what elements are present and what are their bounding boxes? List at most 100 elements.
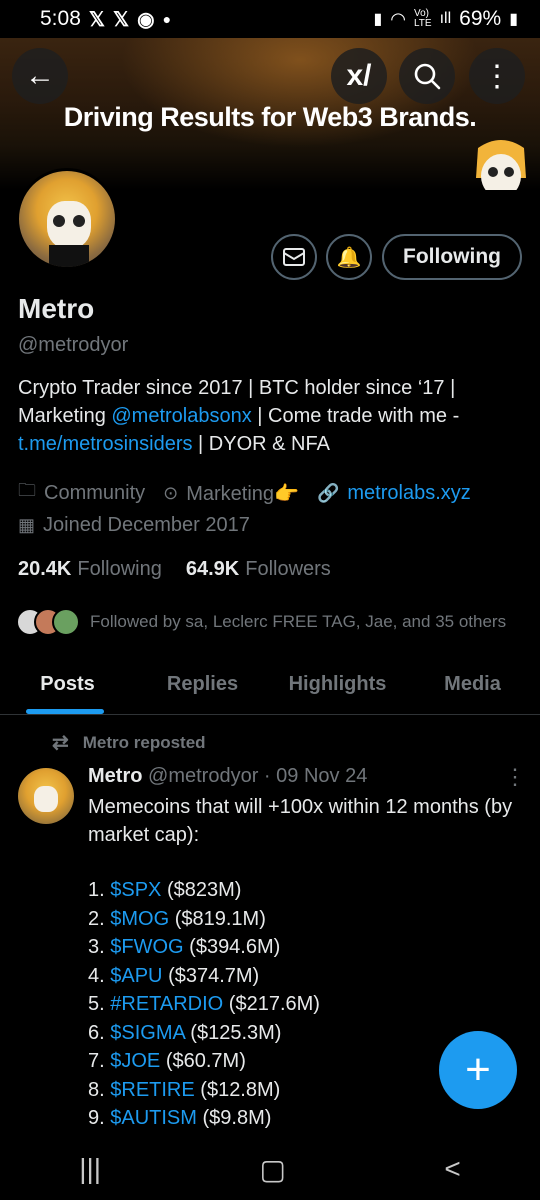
repost-icon: ⇄ — [52, 732, 69, 754]
cashtag-link[interactable]: $SPX — [110, 879, 161, 901]
tab-replies[interactable]: Replies — [135, 655, 270, 714]
profile-tabs: Posts Replies Highlights Media — [0, 655, 540, 715]
followed-by-text: Followed by sa, Leclerc FREE TAG, Jae, a… — [90, 612, 507, 631]
message-button[interactable] — [271, 234, 317, 280]
banner-mascot-image — [476, 140, 526, 190]
market-cap: ($9.8M) — [202, 1107, 272, 1129]
search-button[interactable] — [399, 48, 455, 104]
list-item: 6. $SIGMA ($125.3M) — [88, 1019, 320, 1048]
list-number: 9. — [88, 1107, 105, 1129]
hashtag-link[interactable]: #RETARDIO — [110, 993, 223, 1015]
category-label: Community — [44, 481, 146, 504]
x-icon: 𝕏 — [88, 8, 105, 31]
signal-icon: ıll — [439, 10, 452, 27]
display-name: Metro — [18, 293, 95, 324]
tab-media[interactable]: Media — [405, 655, 540, 714]
messenger-icon: ◉ — [137, 8, 155, 31]
more-vertical-icon: ⋮ — [482, 59, 512, 93]
market-cap: ($60.7M) — [165, 1050, 246, 1072]
bio-text: | Come trade with me - — [251, 405, 460, 427]
list-item: 8. $RETIRE ($12.8M) — [88, 1076, 320, 1105]
repost-label: Metro reposted — [82, 732, 206, 752]
cashtag-link[interactable]: $FWOG — [110, 936, 183, 958]
bio-mention-link[interactable]: @metrolabsonx — [111, 405, 251, 427]
user-handle: @metrodyor — [18, 334, 129, 356]
cashtag-link[interactable]: $MOG — [110, 908, 169, 930]
wifi-icon: ◠ — [390, 8, 406, 29]
followers-count-link[interactable]: 64.9K Followers — [186, 558, 331, 581]
recent-apps-icon[interactable]: ||| — [79, 1153, 101, 1185]
followers-count: 64.9K — [185, 558, 240, 580]
avatar-face — [34, 786, 58, 812]
briefcase-icon: 🗀 — [18, 480, 36, 500]
envelope-icon — [283, 248, 305, 266]
post-separator: · — [263, 765, 271, 787]
notifications-button[interactable]: 🔔 — [326, 234, 372, 280]
following-count: 20.4K — [18, 558, 72, 580]
post-author-name[interactable]: Metro — [88, 765, 142, 787]
post-coin-list: 1. $SPX ($823M) 2. $MOG ($819.1M) 3. $FW… — [88, 876, 320, 1133]
list-number: 4. — [88, 964, 105, 987]
website-item[interactable]: 🔗 metrolabs.xyz — [317, 482, 471, 505]
market-cap: ($823M) — [166, 879, 242, 901]
website-link[interactable]: metrolabs.xyz — [347, 482, 470, 505]
list-item: 5. #RETARDIO ($217.6M) — [88, 990, 320, 1019]
status-bar: 5:08 𝕏 𝕏 ◉ ● ▮ ◠ Vo) LTE ıll 69% ▮ — [0, 0, 540, 38]
post-date[interactable]: 09 Nov 24 — [276, 765, 367, 787]
calendar-icon: ▦ — [18, 515, 36, 535]
post-author-avatar[interactable] — [18, 768, 74, 824]
cashtag-link[interactable]: $RETIRE — [110, 1079, 194, 1101]
xai-grok-icon: x/ — [346, 59, 372, 92]
profile-banner[interactable]: Driving Results for Web3 Brands. — [0, 38, 540, 190]
tab-label: Posts — [40, 673, 95, 695]
cashtag-link[interactable]: $JOE — [110, 1050, 160, 1072]
back-button[interactable]: ← — [12, 48, 68, 104]
list-number: 3. — [88, 936, 105, 958]
profile-avatar[interactable] — [16, 168, 118, 270]
list-item: 1. $SPX ($823M) — [88, 876, 320, 905]
system-nav-bar: ||| ▢ < — [0, 1138, 540, 1200]
avatar-eye — [73, 215, 85, 227]
profile-meta: 🗀 Community ⊙ Marketing👉 🔗 metrolabs.xyz — [18, 478, 489, 508]
cashtag-link[interactable]: $SIGMA — [110, 1022, 184, 1044]
tab-label: Highlights — [288, 673, 387, 695]
followed-by-row[interactable]: Followed by sa, Leclerc FREE TAG, Jae, a… — [16, 608, 506, 636]
location-item: ⊙ Marketing👉 — [163, 481, 299, 506]
list-item: 7. $JOE ($60.7M) — [88, 1047, 320, 1076]
volte-icon: Vo) LTE — [413, 8, 432, 29]
post-author-handle[interactable]: @metrodyor — [148, 765, 258, 787]
back-nav-icon[interactable]: < — [444, 1153, 460, 1185]
tab-label: Media — [444, 673, 501, 695]
x-icon: 𝕏 — [113, 8, 130, 31]
tab-highlights[interactable]: Highlights — [270, 655, 405, 714]
category-item: 🗀 Community — [18, 478, 145, 508]
bio-telegram-link[interactable]: t.me/metrosinsiders — [18, 433, 193, 455]
back-arrow-icon: ← — [25, 59, 55, 92]
list-number: 8. — [88, 1078, 105, 1101]
battery-percent: 69% — [459, 7, 502, 30]
search-icon — [414, 63, 441, 90]
list-number: 7. — [88, 1050, 105, 1072]
avatar-body — [49, 245, 89, 267]
market-cap: ($217.6M) — [228, 993, 320, 1015]
post-text: Memecoins that will +100x within 12 mont… — [88, 796, 513, 846]
location-pin-icon: ⊙ — [163, 482, 179, 503]
list-number: 5. — [88, 993, 105, 1015]
plus-icon: + — [465, 1045, 491, 1094]
tab-posts[interactable]: Posts — [0, 655, 135, 714]
cashtag-link[interactable]: $AUTISM — [110, 1107, 197, 1129]
compose-post-button[interactable]: + — [439, 1031, 517, 1109]
home-icon[interactable]: ▢ — [259, 1153, 285, 1186]
joined-date: Joined December 2017 — [43, 514, 250, 536]
more-options-button[interactable]: ⋮ — [469, 48, 525, 104]
market-cap: ($394.6M) — [189, 936, 281, 958]
following-count-link[interactable]: 20.4K Following — [18, 558, 162, 581]
status-time: 5:08 — [40, 7, 81, 30]
follower-avatar — [52, 608, 80, 636]
market-cap: ($12.8M) — [200, 1078, 281, 1101]
grok-button[interactable]: x/ — [331, 48, 387, 104]
bell-check-icon: 🔔 — [336, 246, 362, 269]
post-more-icon[interactable]: ⋮ — [504, 764, 526, 790]
following-button[interactable]: Following — [382, 234, 522, 280]
cashtag-link[interactable]: $APU — [110, 965, 162, 987]
